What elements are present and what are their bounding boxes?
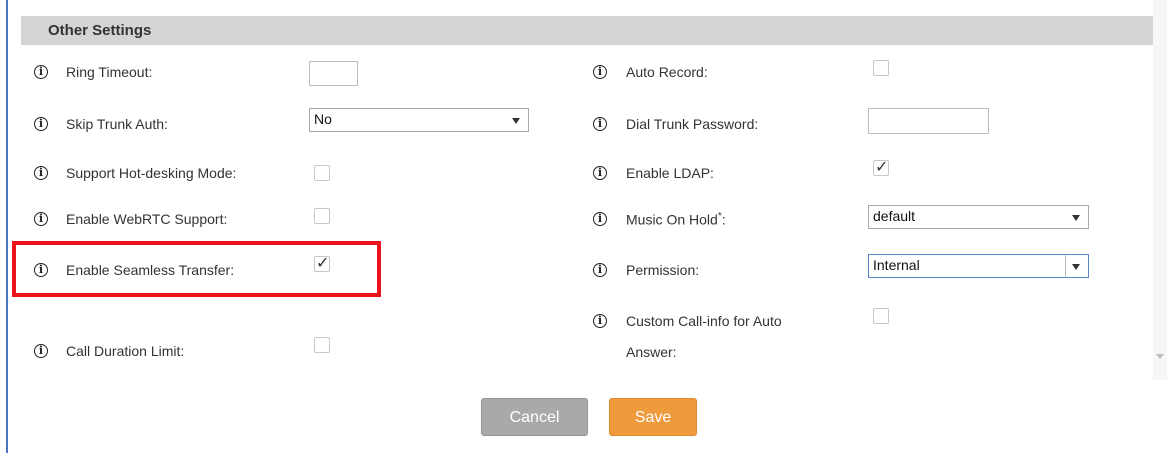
call-duration-limit-checkbox[interactable] xyxy=(314,337,330,353)
ring-timeout-input[interactable] xyxy=(309,61,358,86)
chevron-down-icon xyxy=(1072,215,1080,221)
call-duration-limit-label: Call Duration Limit: xyxy=(66,343,185,359)
save-button[interactable]: Save xyxy=(609,398,697,436)
music-on-hold-select[interactable]: default xyxy=(868,205,1089,229)
label-colon: : xyxy=(721,211,726,228)
select-value: Internal xyxy=(873,257,920,273)
music-on-hold-label: Music On Hold*: xyxy=(626,211,726,228)
custom-call-info-checkbox[interactable] xyxy=(873,308,889,324)
skip-trunk-auth-label: Skip Trunk Auth: xyxy=(66,116,168,132)
scrollbar-track[interactable] xyxy=(1153,0,1167,380)
custom-call-info-label-line2: Answer: xyxy=(626,344,677,360)
info-icon[interactable]: i xyxy=(593,212,607,226)
dial-trunk-password-input[interactable] xyxy=(868,108,989,134)
info-icon[interactable]: i xyxy=(34,166,48,180)
info-icon[interactable]: i xyxy=(34,117,48,131)
permission-select[interactable]: Internal xyxy=(868,254,1089,278)
permission-label: Permission: xyxy=(626,262,700,278)
webrtc-checkbox[interactable] xyxy=(314,208,330,224)
ring-timeout-label: Ring Timeout: xyxy=(66,64,153,80)
checkmark-icon: ✓ xyxy=(875,157,889,176)
auto-record-checkbox[interactable] xyxy=(873,60,889,76)
info-icon[interactable]: i xyxy=(593,314,607,328)
chevron-down-icon xyxy=(1072,264,1080,270)
highlight-annotation xyxy=(12,241,381,297)
skip-trunk-auth-select[interactable]: No xyxy=(309,108,529,132)
info-icon[interactable]: i xyxy=(593,263,607,277)
window-left-border xyxy=(6,0,8,453)
hot-desking-label: Support Hot-desking Mode: xyxy=(66,165,237,181)
enable-ldap-checkbox[interactable]: ✓ xyxy=(873,157,889,176)
info-icon[interactable]: i xyxy=(34,212,48,226)
info-icon[interactable]: i xyxy=(34,344,48,358)
select-value: No xyxy=(314,111,332,127)
webrtc-label: Enable WebRTC Support: xyxy=(66,211,228,227)
section-header: Other Settings xyxy=(21,16,1153,45)
info-icon[interactable]: i xyxy=(34,65,48,79)
auto-record-label: Auto Record: xyxy=(626,64,708,80)
chevron-down-icon xyxy=(512,118,520,124)
info-icon[interactable]: i xyxy=(593,117,607,131)
dial-trunk-password-label: Dial Trunk Password: xyxy=(626,116,759,132)
info-icon[interactable]: i xyxy=(593,65,607,79)
custom-call-info-label-line1: Custom Call-info for Auto xyxy=(626,313,782,329)
hot-desking-checkbox[interactable] xyxy=(314,165,330,181)
music-on-hold-text: Music On Hold xyxy=(626,211,718,228)
select-value: default xyxy=(873,208,916,224)
scroll-down-arrow-icon[interactable] xyxy=(1156,354,1164,359)
enable-ldap-label: Enable LDAP: xyxy=(626,165,714,181)
cancel-button[interactable]: Cancel xyxy=(481,398,588,436)
info-icon[interactable]: i xyxy=(593,166,607,180)
